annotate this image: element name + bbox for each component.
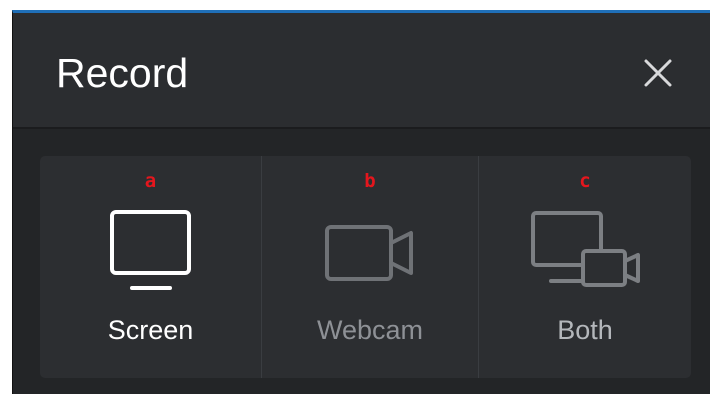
record-dialog: Record a Screen b Webcam c Both [12, 10, 710, 394]
close-button[interactable] [638, 53, 678, 93]
option-label: Webcam [316, 315, 424, 345]
option-both[interactable]: c Both [479, 156, 691, 378]
dialog-title: Record [56, 50, 189, 96]
record-source-options: a Screen b Webcam c Both [40, 156, 691, 378]
option-webcam[interactable]: b Webcam [262, 156, 479, 378]
option-screen[interactable]: a Screen [40, 156, 262, 378]
screen-and-webcam-icon [531, 211, 640, 287]
option-marker: c [579, 170, 591, 192]
option-marker: a [144, 170, 157, 192]
webcam-icon [325, 225, 413, 281]
option-label: Screen [107, 315, 194, 345]
option-label: Both [557, 315, 613, 345]
dialog-header: Record [13, 13, 710, 129]
monitor-icon [109, 210, 191, 290]
close-icon [644, 59, 672, 87]
option-marker: b [364, 170, 376, 192]
